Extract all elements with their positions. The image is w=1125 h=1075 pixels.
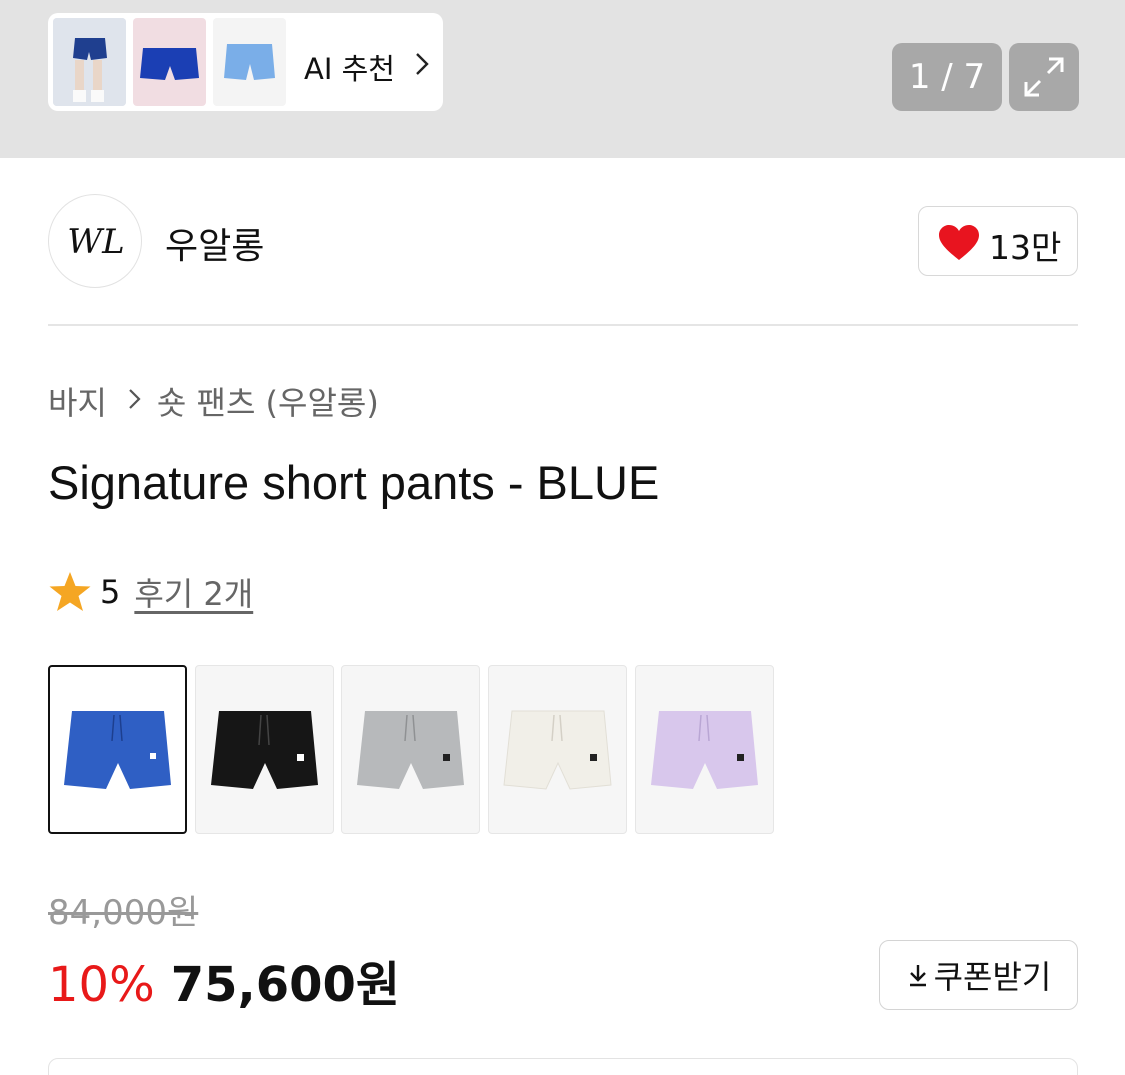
expand-icon [1024, 57, 1064, 97]
color-option-ivory[interactable] [488, 665, 627, 834]
brand-logo-text: WL [67, 222, 125, 262]
original-price: 84,000원 [48, 893, 199, 933]
divider [48, 324, 1078, 326]
chevron-right-icon [416, 53, 429, 75]
rating: 5 후기 2개 [48, 570, 253, 614]
star-icon [49, 572, 91, 611]
discount-rate: 10% [48, 957, 155, 1013]
color-option-black[interactable] [195, 665, 334, 834]
gallery-banner: AI 추천 1 / 7 [0, 0, 1125, 158]
image-counter: 1 / 7 [892, 43, 1002, 111]
ai-thumb-blue-shorts[interactable] [133, 18, 206, 106]
ai-recommend-card[interactable]: AI 추천 [48, 13, 443, 111]
ai-thumb-light-blue-shorts[interactable] [213, 18, 286, 106]
color-option-lavender[interactable] [635, 665, 774, 834]
download-icon [909, 965, 926, 987]
color-option-gray[interactable] [341, 665, 480, 834]
review-link[interactable]: 후기 2개 [134, 569, 253, 615]
brand-name[interactable]: 우알롱 [165, 217, 264, 269]
color-option-blue[interactable] [48, 665, 187, 834]
breadcrumb-subcategory[interactable]: 숏 팬츠 (우알롱) [157, 378, 379, 424]
option-selector[interactable] [48, 1058, 1078, 1075]
chevron-right-icon [127, 385, 143, 418]
breadcrumb-category[interactable]: 바지 [48, 378, 107, 424]
rating-value: 5 [100, 573, 121, 611]
like-count: 13만 [989, 228, 1062, 267]
heart-icon [939, 225, 979, 260]
breadcrumb: 바지 숏 팬츠 (우알롱) [48, 378, 379, 424]
like-button[interactable]: 13만 [918, 206, 1078, 276]
coupon-button[interactable]: 쿠폰받기 [879, 940, 1078, 1010]
coupon-button-label: 쿠폰받기 [933, 958, 1052, 996]
ai-thumb-model[interactable] [53, 18, 126, 106]
expand-button[interactable] [1009, 43, 1079, 111]
price-row: 10% 75,600원 [48, 945, 400, 1015]
brand-logo[interactable]: WL [48, 194, 142, 288]
ai-recommend-label[interactable]: AI 추천 [304, 46, 395, 88]
final-price: 75,600원 [170, 957, 401, 1013]
product-title: Signature short pants - BLUE [48, 456, 660, 509]
